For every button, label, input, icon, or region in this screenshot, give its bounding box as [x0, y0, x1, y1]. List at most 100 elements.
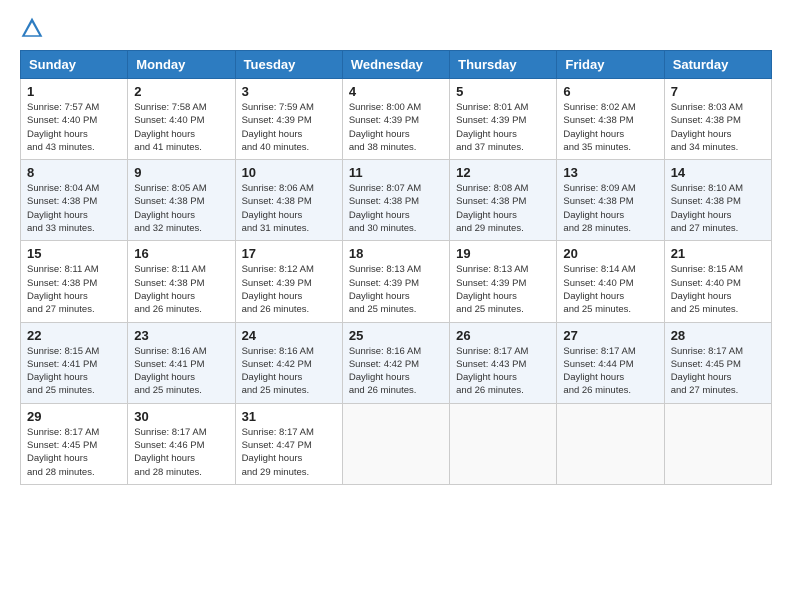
day-info: Sunrise: 8:02 AM Sunset: 4:38 PM Dayligh… — [563, 101, 657, 154]
weekday-header-wednesday: Wednesday — [342, 51, 449, 79]
calendar-cell: 31 Sunrise: 8:17 AM Sunset: 4:47 PM Dayl… — [235, 403, 342, 484]
day-info: Sunrise: 8:09 AM Sunset: 4:38 PM Dayligh… — [563, 182, 657, 235]
calendar-table: SundayMondayTuesdayWednesdayThursdayFrid… — [20, 50, 772, 485]
day-number: 29 — [27, 409, 121, 424]
day-info: Sunrise: 8:17 AM Sunset: 4:43 PM Dayligh… — [456, 345, 550, 398]
calendar-cell: 11 Sunrise: 8:07 AM Sunset: 4:38 PM Dayl… — [342, 160, 449, 241]
day-number: 7 — [671, 84, 765, 99]
calendar-cell: 17 Sunrise: 8:12 AM Sunset: 4:39 PM Dayl… — [235, 241, 342, 322]
day-number: 28 — [671, 328, 765, 343]
calendar-cell: 8 Sunrise: 8:04 AM Sunset: 4:38 PM Dayli… — [21, 160, 128, 241]
day-info: Sunrise: 8:00 AM Sunset: 4:39 PM Dayligh… — [349, 101, 443, 154]
day-info: Sunrise: 8:13 AM Sunset: 4:39 PM Dayligh… — [456, 263, 550, 316]
weekday-header-friday: Friday — [557, 51, 664, 79]
day-number: 25 — [349, 328, 443, 343]
calendar-cell: 15 Sunrise: 8:11 AM Sunset: 4:38 PM Dayl… — [21, 241, 128, 322]
page-header — [20, 16, 772, 40]
calendar-cell: 21 Sunrise: 8:15 AM Sunset: 4:40 PM Dayl… — [664, 241, 771, 322]
day-number: 26 — [456, 328, 550, 343]
calendar-cell: 3 Sunrise: 7:59 AM Sunset: 4:39 PM Dayli… — [235, 79, 342, 160]
day-number: 19 — [456, 246, 550, 261]
day-number: 30 — [134, 409, 228, 424]
day-number: 10 — [242, 165, 336, 180]
day-info: Sunrise: 8:16 AM Sunset: 4:42 PM Dayligh… — [349, 345, 443, 398]
day-info: Sunrise: 8:05 AM Sunset: 4:38 PM Dayligh… — [134, 182, 228, 235]
day-number: 11 — [349, 165, 443, 180]
calendar-cell: 13 Sunrise: 8:09 AM Sunset: 4:38 PM Dayl… — [557, 160, 664, 241]
calendar-cell: 6 Sunrise: 8:02 AM Sunset: 4:38 PM Dayli… — [557, 79, 664, 160]
day-info: Sunrise: 8:17 AM Sunset: 4:46 PM Dayligh… — [134, 426, 228, 479]
day-info: Sunrise: 8:11 AM Sunset: 4:38 PM Dayligh… — [134, 263, 228, 316]
day-info: Sunrise: 7:57 AM Sunset: 4:40 PM Dayligh… — [27, 101, 121, 154]
calendar-cell: 10 Sunrise: 8:06 AM Sunset: 4:38 PM Dayl… — [235, 160, 342, 241]
weekday-header-thursday: Thursday — [450, 51, 557, 79]
weekday-header-sunday: Sunday — [21, 51, 128, 79]
logo-icon — [20, 16, 44, 40]
calendar-week-1: 1 Sunrise: 7:57 AM Sunset: 4:40 PM Dayli… — [21, 79, 772, 160]
day-info: Sunrise: 8:12 AM Sunset: 4:39 PM Dayligh… — [242, 263, 336, 316]
day-info: Sunrise: 8:07 AM Sunset: 4:38 PM Dayligh… — [349, 182, 443, 235]
day-info: Sunrise: 7:59 AM Sunset: 4:39 PM Dayligh… — [242, 101, 336, 154]
calendar-cell: 23 Sunrise: 8:16 AM Sunset: 4:41 PM Dayl… — [128, 322, 235, 403]
day-number: 17 — [242, 246, 336, 261]
weekday-header-tuesday: Tuesday — [235, 51, 342, 79]
calendar-cell: 14 Sunrise: 8:10 AM Sunset: 4:38 PM Dayl… — [664, 160, 771, 241]
day-info: Sunrise: 7:58 AM Sunset: 4:40 PM Dayligh… — [134, 101, 228, 154]
weekday-header-saturday: Saturday — [664, 51, 771, 79]
calendar-cell: 25 Sunrise: 8:16 AM Sunset: 4:42 PM Dayl… — [342, 322, 449, 403]
day-info: Sunrise: 8:17 AM Sunset: 4:45 PM Dayligh… — [671, 345, 765, 398]
day-info: Sunrise: 8:08 AM Sunset: 4:38 PM Dayligh… — [456, 182, 550, 235]
day-info: Sunrise: 8:06 AM Sunset: 4:38 PM Dayligh… — [242, 182, 336, 235]
day-number: 13 — [563, 165, 657, 180]
calendar-cell — [557, 403, 664, 484]
day-info: Sunrise: 8:15 AM Sunset: 4:40 PM Dayligh… — [671, 263, 765, 316]
day-info: Sunrise: 8:11 AM Sunset: 4:38 PM Dayligh… — [27, 263, 121, 316]
calendar-cell: 24 Sunrise: 8:16 AM Sunset: 4:42 PM Dayl… — [235, 322, 342, 403]
day-info: Sunrise: 8:03 AM Sunset: 4:38 PM Dayligh… — [671, 101, 765, 154]
calendar-cell — [450, 403, 557, 484]
calendar-cell: 29 Sunrise: 8:17 AM Sunset: 4:45 PM Dayl… — [21, 403, 128, 484]
day-number: 4 — [349, 84, 443, 99]
calendar-cell — [664, 403, 771, 484]
calendar-cell: 27 Sunrise: 8:17 AM Sunset: 4:44 PM Dayl… — [557, 322, 664, 403]
calendar-cell: 20 Sunrise: 8:14 AM Sunset: 4:40 PM Dayl… — [557, 241, 664, 322]
day-info: Sunrise: 8:16 AM Sunset: 4:42 PM Dayligh… — [242, 345, 336, 398]
day-info: Sunrise: 8:10 AM Sunset: 4:38 PM Dayligh… — [671, 182, 765, 235]
day-info: Sunrise: 8:16 AM Sunset: 4:41 PM Dayligh… — [134, 345, 228, 398]
day-number: 6 — [563, 84, 657, 99]
day-info: Sunrise: 8:15 AM Sunset: 4:41 PM Dayligh… — [27, 345, 121, 398]
weekday-header-row: SundayMondayTuesdayWednesdayThursdayFrid… — [21, 51, 772, 79]
calendar-cell: 2 Sunrise: 7:58 AM Sunset: 4:40 PM Dayli… — [128, 79, 235, 160]
calendar-cell: 5 Sunrise: 8:01 AM Sunset: 4:39 PM Dayli… — [450, 79, 557, 160]
day-number: 12 — [456, 165, 550, 180]
day-number: 23 — [134, 328, 228, 343]
weekday-header-monday: Monday — [128, 51, 235, 79]
calendar-cell: 28 Sunrise: 8:17 AM Sunset: 4:45 PM Dayl… — [664, 322, 771, 403]
calendar-cell: 9 Sunrise: 8:05 AM Sunset: 4:38 PM Dayli… — [128, 160, 235, 241]
day-info: Sunrise: 8:14 AM Sunset: 4:40 PM Dayligh… — [563, 263, 657, 316]
calendar-cell — [342, 403, 449, 484]
calendar-cell: 30 Sunrise: 8:17 AM Sunset: 4:46 PM Dayl… — [128, 403, 235, 484]
day-info: Sunrise: 8:04 AM Sunset: 4:38 PM Dayligh… — [27, 182, 121, 235]
day-number: 2 — [134, 84, 228, 99]
calendar-week-3: 15 Sunrise: 8:11 AM Sunset: 4:38 PM Dayl… — [21, 241, 772, 322]
day-number: 31 — [242, 409, 336, 424]
day-number: 8 — [27, 165, 121, 180]
day-number: 20 — [563, 246, 657, 261]
day-number: 21 — [671, 246, 765, 261]
day-info: Sunrise: 8:17 AM Sunset: 4:45 PM Dayligh… — [27, 426, 121, 479]
calendar-cell: 16 Sunrise: 8:11 AM Sunset: 4:38 PM Dayl… — [128, 241, 235, 322]
day-number: 16 — [134, 246, 228, 261]
day-number: 1 — [27, 84, 121, 99]
day-number: 9 — [134, 165, 228, 180]
day-number: 5 — [456, 84, 550, 99]
calendar-cell: 22 Sunrise: 8:15 AM Sunset: 4:41 PM Dayl… — [21, 322, 128, 403]
day-number: 22 — [27, 328, 121, 343]
calendar-week-4: 22 Sunrise: 8:15 AM Sunset: 4:41 PM Dayl… — [21, 322, 772, 403]
calendar-week-5: 29 Sunrise: 8:17 AM Sunset: 4:45 PM Dayl… — [21, 403, 772, 484]
logo — [20, 16, 48, 40]
calendar-cell: 19 Sunrise: 8:13 AM Sunset: 4:39 PM Dayl… — [450, 241, 557, 322]
calendar-week-2: 8 Sunrise: 8:04 AM Sunset: 4:38 PM Dayli… — [21, 160, 772, 241]
day-number: 3 — [242, 84, 336, 99]
day-info: Sunrise: 8:17 AM Sunset: 4:47 PM Dayligh… — [242, 426, 336, 479]
